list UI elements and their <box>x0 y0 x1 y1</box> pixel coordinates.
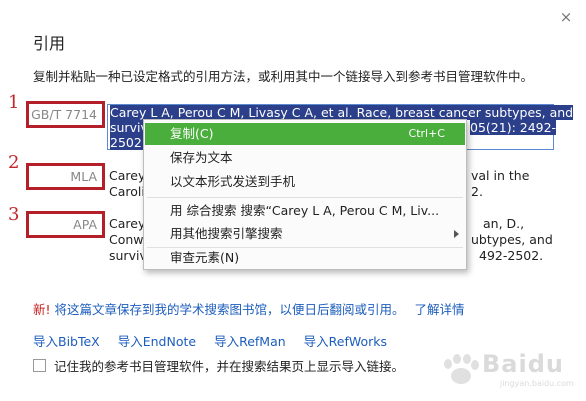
format-label-gbt: GB/T 7714 <box>26 101 105 128</box>
watermark: Baidu jingyan.baidu.com <box>440 346 574 390</box>
citation-line: 492-2502. <box>479 248 544 263</box>
menu-item-label: 复制(C) <box>170 126 214 141</box>
citation-line: Carey L A, Perou C M, Livasy C A, et al.… <box>110 105 574 120</box>
menu-item-label: 用 综合搜索 搜索“Carey L A, Perou C M, Liv... <box>170 203 440 218</box>
menu-item-copy[interactable]: 复制(C) Ctrl+C <box>145 123 465 145</box>
import-refman-link[interactable]: 导入RefMan <box>214 334 286 349</box>
menu-item-label: 用其他搜索引擎搜索 <box>170 226 283 241</box>
citation-line: an, D., <box>483 216 525 231</box>
remember-label: 记住我的参考书目管理软件，并在搜索结果页上显示导入链接。 <box>54 359 405 374</box>
instruction-text: 复制并粘贴一种已设定格式的引用方法，或利用其中一个链接导入到参考书目管理软件中。 <box>33 69 534 84</box>
annotation-marker-3: 3 <box>8 204 20 225</box>
remember-manager-row: 记住我的参考书目管理软件，并在搜索结果页上显示导入链接。 <box>33 356 404 375</box>
close-icon[interactable]: × <box>557 8 575 26</box>
menu-item-search[interactable]: 用 综合搜索 搜索“Carey L A, Perou C M, Liv... <box>145 200 465 222</box>
submenu-arrow-icon <box>454 230 459 238</box>
citation-line: 2. <box>471 184 483 199</box>
learn-more-link[interactable]: 了解详情 <box>415 302 465 317</box>
citation-line: ubtypes, and <box>471 232 553 247</box>
menu-item-label: 保存为文本 <box>170 150 233 165</box>
menu-item-save-as-text[interactable]: 保存为文本 <box>145 147 465 169</box>
citation-line: val in the <box>471 168 530 183</box>
watermark-subtext: jingyan.baidu.com <box>500 379 574 388</box>
paw-logo-icon <box>444 354 479 384</box>
dialog-title: 引用 <box>33 34 66 53</box>
import-bibtex-link[interactable]: 导入BibTeX <box>33 334 100 349</box>
menu-separator <box>147 197 463 198</box>
annotation-marker-1: 1 <box>8 92 20 113</box>
citation-line: 2502. <box>110 135 146 150</box>
save-to-library-row: 新! 将这篇文章保存到我的学术搜索图书馆，以便日后翻阅或引用。 了解详情 <box>33 299 465 318</box>
menu-item-inspect-element[interactable]: 审查元素(N) <box>145 247 465 269</box>
citation-line: 05(21): 2492- <box>470 120 557 135</box>
menu-item-label: 审查元素(N) <box>170 250 240 265</box>
import-links: 导入BibTeX 导入EndNote 导入RefMan 导入RefWorks <box>33 331 401 350</box>
format-label-apa: APA <box>26 211 105 238</box>
menu-item-other-search-engines[interactable]: 用其他搜索引擎搜索 <box>145 223 465 245</box>
menu-item-label: 以文本形式发送到手机 <box>170 174 296 189</box>
new-badge: 新! <box>33 302 51 317</box>
annotation-marker-2: 2 <box>8 152 20 173</box>
context-menu: 复制(C) Ctrl+C 保存为文本 以文本形式发送到手机 用 综合搜索 搜索“… <box>143 119 467 270</box>
remember-checkbox[interactable] <box>33 359 46 372</box>
watermark-text: Baidu <box>482 350 564 378</box>
import-refworks-link[interactable]: 导入RefWorks <box>304 334 387 349</box>
import-endnote-link[interactable]: 导入EndNote <box>118 334 196 349</box>
format-label-mla: MLA <box>26 163 105 190</box>
menu-item-shortcut: Ctrl+C <box>408 127 445 140</box>
menu-item-send-to-phone[interactable]: 以文本形式发送到手机 <box>145 171 465 193</box>
save-to-library-link[interactable]: 将这篇文章保存到我的学术搜索图书馆，以便日后翻阅或引用。 <box>55 302 405 317</box>
